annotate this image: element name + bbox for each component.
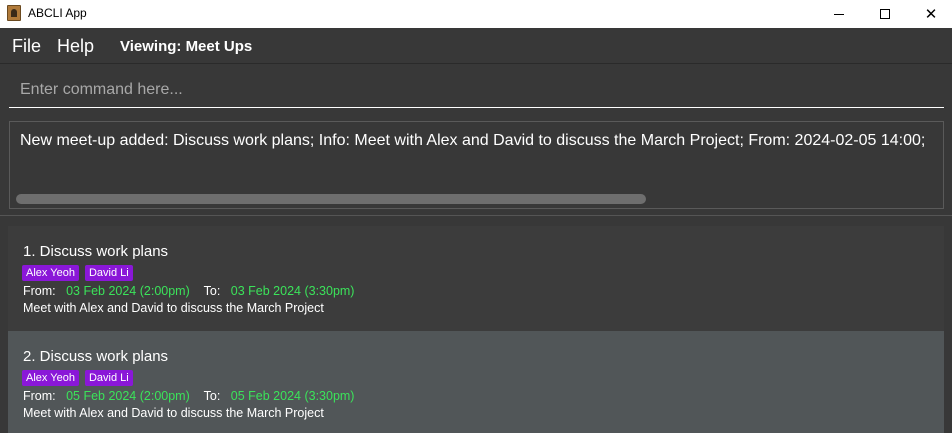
minimize-button[interactable]	[816, 0, 862, 28]
divider	[0, 215, 952, 216]
title-bar: ABCLI App ✕	[0, 0, 952, 28]
maximize-icon	[880, 9, 890, 19]
close-button[interactable]: ✕	[908, 0, 952, 28]
meetup-list: 1. Discuss work plans Alex Yeoh David Li…	[8, 226, 944, 433]
maximize-button[interactable]	[862, 0, 908, 28]
tag: David Li	[84, 265, 133, 281]
minimize-icon	[834, 13, 844, 15]
tag: David Li	[84, 370, 133, 386]
meetup-info: Meet with Alex and David to discuss the …	[23, 301, 324, 315]
menu-bar: File Help Viewing: Meet Ups	[0, 28, 952, 64]
menu-help[interactable]: Help	[57, 36, 94, 57]
viewing-label: Viewing: Meet Ups	[120, 38, 253, 55]
tag: Alex Yeoh	[22, 370, 79, 386]
from-value: 05 Feb 2024 (2:00pm)	[66, 389, 190, 403]
from-label: From:	[23, 389, 56, 403]
meetup-title: 2. Discuss work plans	[23, 348, 169, 365]
meetup-time: From: 03 Feb 2024 (2:00pm) To: 03 Feb 20…	[23, 284, 354, 298]
close-icon: ✕	[924, 5, 938, 23]
to-label: To:	[203, 284, 221, 298]
meetup-title: 1. Discuss work plans	[23, 243, 169, 260]
window-title: ABCLI App	[28, 6, 87, 20]
command-input[interactable]	[9, 72, 944, 108]
app-icon	[7, 5, 21, 21]
meetup-info: Meet with Alex and David to discuss the …	[23, 406, 324, 420]
to-label: To:	[203, 389, 221, 403]
result-display[interactable]: New meet-up added: Discuss work plans; I…	[9, 121, 944, 209]
tag: Alex Yeoh	[22, 265, 79, 281]
command-box	[0, 64, 952, 114]
meetup-card[interactable]: 1. Discuss work plans Alex Yeoh David Li…	[8, 226, 944, 331]
meetup-time: From: 05 Feb 2024 (2:00pm) To: 05 Feb 20…	[23, 389, 354, 403]
tag-list: Alex Yeoh David Li	[22, 370, 133, 386]
from-value: 03 Feb 2024 (2:00pm)	[66, 284, 190, 298]
menu-file[interactable]: File	[12, 36, 41, 57]
scrollbar-thumb[interactable]	[16, 194, 646, 204]
horizontal-scrollbar[interactable]	[14, 194, 939, 204]
from-label: From:	[23, 284, 56, 298]
to-value: 05 Feb 2024 (3:30pm)	[230, 389, 355, 403]
meetup-card[interactable]: 2. Discuss work plans Alex Yeoh David Li…	[8, 331, 944, 433]
to-value: 03 Feb 2024 (3:30pm)	[230, 284, 355, 298]
tag-list: Alex Yeoh David Li	[22, 265, 133, 281]
result-text: New meet-up added: Discuss work plans; I…	[20, 132, 926, 149]
